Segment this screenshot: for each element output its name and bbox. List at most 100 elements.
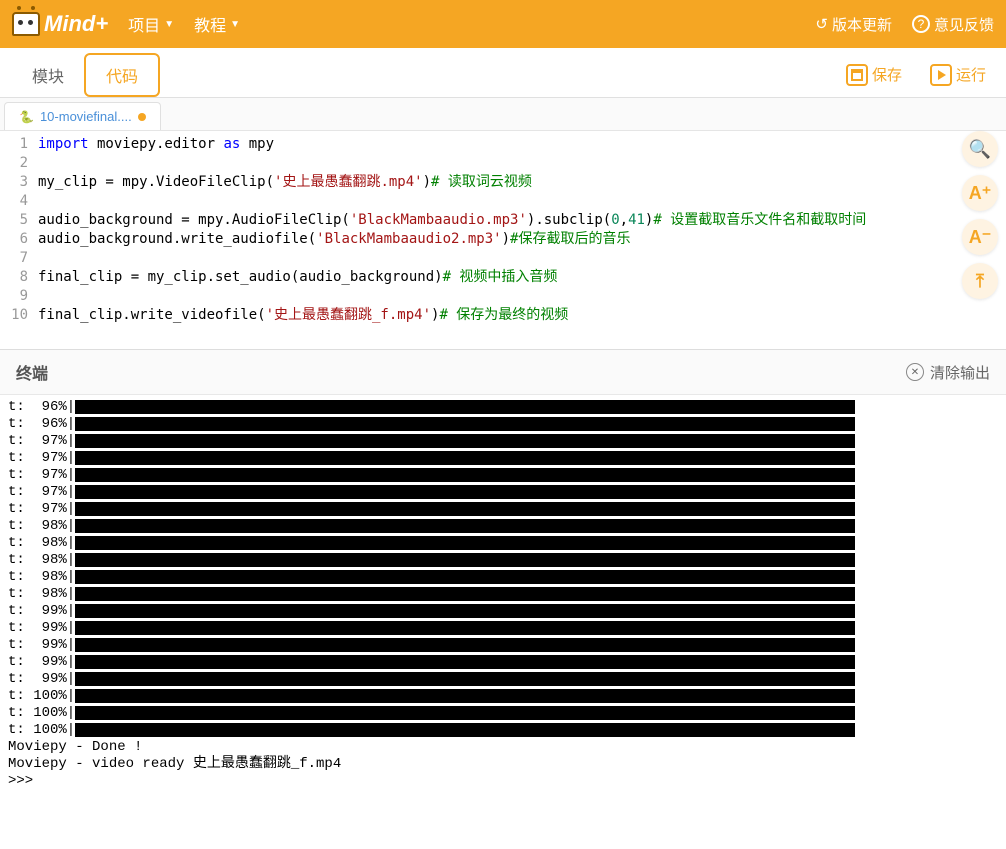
progress-bar <box>75 689 855 703</box>
progress-bar <box>75 468 855 482</box>
font-increase-button[interactable]: A⁺ <box>962 175 998 211</box>
progress-bar <box>75 519 855 533</box>
progress-bar <box>75 502 855 516</box>
menu-project[interactable]: 项目 ▼ <box>128 12 174 36</box>
save-button[interactable]: 保存 <box>838 60 910 90</box>
font-plus-icon: A⁺ <box>969 183 992 204</box>
terminal-line: t: 100%| <box>8 705 998 722</box>
terminal-line: t: 98%| <box>8 552 998 569</box>
terminal-header: 终端 ✕ 清除输出 <box>0 349 1006 395</box>
file-name: 10-moviefinal.... <box>40 109 132 124</box>
logo-text: Mind+ <box>44 11 108 37</box>
terminal-output[interactable]: t: 96%|t: 96%|t: 97%|t: 97%|t: 97%|t: 97… <box>0 395 1006 794</box>
progress-bar <box>75 638 855 652</box>
line-number: 7 <box>4 249 28 268</box>
chevron-down-icon: ▼ <box>164 19 174 30</box>
tab-code[interactable]: 代码 <box>84 53 160 97</box>
code-line[interactable] <box>38 249 866 268</box>
terminal-line: t: 97%| <box>8 501 998 518</box>
editor-side-tools: 🔍 A⁺ A⁻ ⤒ <box>962 131 998 299</box>
progress-bar <box>75 570 855 584</box>
version-update-button[interactable]: ↺ 版本更新 <box>815 14 892 35</box>
line-number: 8 <box>4 268 28 287</box>
terminal-line: Moviepy - Done ! <box>8 739 998 756</box>
collapse-button[interactable]: ⤒ <box>962 263 998 299</box>
progress-bar <box>75 706 855 720</box>
clear-icon: ✕ <box>906 363 924 381</box>
code-line[interactable]: my_clip = mpy.VideoFileClip('史上最愚蠢翻跳.mp4… <box>38 173 866 192</box>
terminal-line: t: 97%| <box>8 450 998 467</box>
search-icon: 🔍 <box>969 139 991 160</box>
code-line[interactable] <box>38 287 866 306</box>
code-editor[interactable]: 12345678910 import moviepy.editor as mpy… <box>0 131 1006 329</box>
code-line[interactable]: import moviepy.editor as mpy <box>38 135 866 154</box>
font-minus-icon: A⁻ <box>969 227 992 248</box>
logo-icon <box>12 12 40 36</box>
progress-bar <box>75 434 855 448</box>
menu-tutorial[interactable]: 教程 ▼ <box>194 12 240 36</box>
terminal-line: t: 97%| <box>8 484 998 501</box>
toolbar: 模块 代码 保存 运行 <box>0 48 1006 98</box>
clear-output-button[interactable]: ✕ 清除输出 <box>906 362 990 383</box>
code-line[interactable]: final_clip = my_clip.set_audio(audio_bac… <box>38 268 866 287</box>
chevron-down-icon: ▼ <box>230 19 240 30</box>
app-logo: Mind+ <box>12 11 108 37</box>
progress-bar <box>75 587 855 601</box>
code-line[interactable]: audio_background.write_audiofile('BlackM… <box>38 230 866 249</box>
terminal-line: t: 96%| <box>8 399 998 416</box>
play-icon <box>930 64 952 86</box>
line-gutter: 12345678910 <box>0 131 38 329</box>
progress-bar <box>75 655 855 669</box>
terminal-line: t: 97%| <box>8 467 998 484</box>
file-tabs: 🐍 10-moviefinal.... <box>0 98 1006 131</box>
terminal-line: t: 98%| <box>8 569 998 586</box>
terminal-line: t: 99%| <box>8 654 998 671</box>
line-number: 10 <box>4 306 28 325</box>
header-right: ↺ 版本更新 ? 意见反馈 <box>815 14 994 35</box>
terminal-line: t: 100%| <box>8 688 998 705</box>
editor-container: 12345678910 import moviepy.editor as mpy… <box>0 131 1006 329</box>
collapse-icon: ⤒ <box>976 271 984 292</box>
save-icon <box>846 64 868 86</box>
terminal-line: t: 98%| <box>8 518 998 535</box>
progress-bar <box>75 604 855 618</box>
terminal-line: t: 100%| <box>8 722 998 739</box>
history-icon: ↺ <box>815 15 828 33</box>
terminal-line: t: 98%| <box>8 535 998 552</box>
progress-bar <box>75 417 855 431</box>
code-line[interactable]: final_clip.write_videofile('史上最愚蠢翻跳_f.mp… <box>38 306 866 325</box>
line-number: 4 <box>4 192 28 211</box>
font-decrease-button[interactable]: A⁻ <box>962 219 998 255</box>
terminal-line: t: 97%| <box>8 433 998 450</box>
code-line[interactable]: audio_background = mpy.AudioFileClip('Bl… <box>38 211 866 230</box>
run-button[interactable]: 运行 <box>922 60 994 90</box>
terminal-line: t: 99%| <box>8 637 998 654</box>
terminal-line: t: 99%| <box>8 603 998 620</box>
progress-bar <box>75 536 855 550</box>
terminal-line: Moviepy - video ready 史上最愚蠢翻跳_f.mp4 <box>8 756 998 773</box>
progress-bar <box>75 672 855 686</box>
terminal-title: 终端 <box>16 360 48 384</box>
feedback-button[interactable]: ? 意见反馈 <box>912 14 994 35</box>
line-number: 3 <box>4 173 28 192</box>
line-number: 9 <box>4 287 28 306</box>
terminal-line: t: 99%| <box>8 671 998 688</box>
file-tab[interactable]: 🐍 10-moviefinal.... <box>4 102 161 130</box>
python-icon: 🐍 <box>19 110 34 124</box>
app-header: Mind+ 项目 ▼ 教程 ▼ ↺ 版本更新 ? 意见反馈 <box>0 0 1006 48</box>
tab-blocks[interactable]: 模块 <box>12 55 84 95</box>
terminal-line: t: 98%| <box>8 586 998 603</box>
terminal-line: t: 96%| <box>8 416 998 433</box>
line-number: 5 <box>4 211 28 230</box>
progress-bar <box>75 553 855 567</box>
code-line[interactable] <box>38 192 866 211</box>
line-number: 6 <box>4 230 28 249</box>
line-number: 1 <box>4 135 28 154</box>
code-content[interactable]: import moviepy.editor as mpy my_clip = m… <box>38 131 866 329</box>
search-button[interactable]: 🔍 <box>962 131 998 167</box>
terminal-line: t: 99%| <box>8 620 998 637</box>
line-number: 2 <box>4 154 28 173</box>
progress-bar <box>75 400 855 414</box>
code-line[interactable] <box>38 154 866 173</box>
header-menu: 项目 ▼ 教程 ▼ <box>128 12 240 36</box>
